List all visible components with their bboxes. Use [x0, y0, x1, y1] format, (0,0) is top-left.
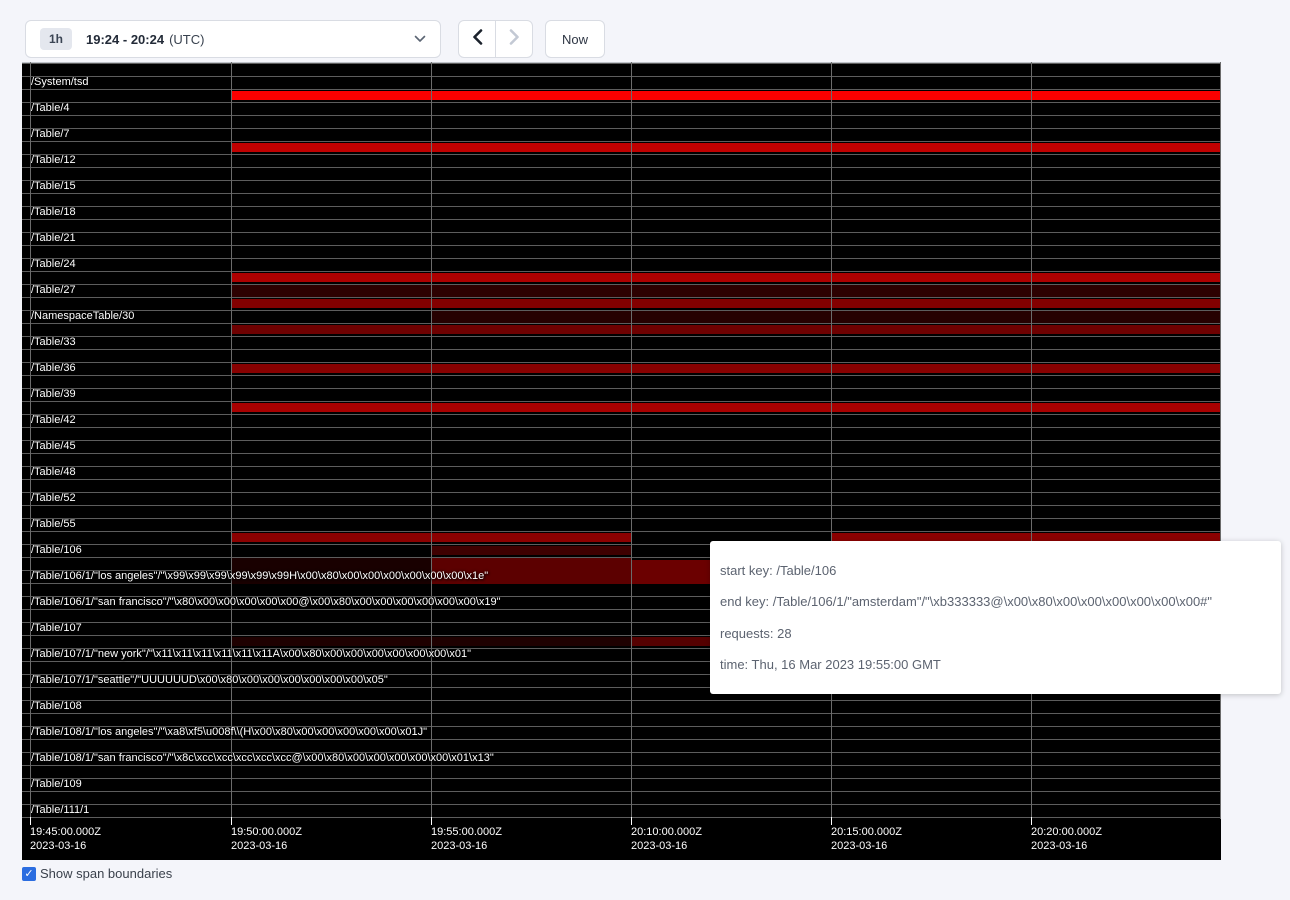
heat-band: [231, 273, 1221, 282]
axis-time-label: 20:10:00.000Z: [631, 826, 702, 838]
axis-tick: [431, 817, 432, 825]
heat-band: [231, 285, 1221, 297]
key-span-label: /Table/42: [31, 414, 76, 427]
key-span-label: /Table/106: [31, 544, 82, 557]
key-span-label: /Table/45: [31, 440, 76, 453]
key-span-label: /Table/48: [31, 466, 76, 479]
prev-time-button[interactable]: [458, 20, 496, 58]
key-span-label: /Table/18: [31, 206, 76, 219]
now-button-label: Now: [562, 32, 588, 47]
key-span-label: /Table/106/1/"san francisco"/"\x80\x00\x…: [31, 596, 501, 609]
key-span-label: /Table/39: [31, 388, 76, 401]
chevron-right-icon: [509, 29, 520, 50]
next-time-button[interactable]: [495, 20, 533, 58]
heat-band: [631, 637, 721, 646]
heat-band: [431, 546, 631, 555]
key-span-label: /Table/109: [31, 778, 82, 791]
axis-time-label: 19:45:00.000Z: [30, 826, 101, 838]
axis-date-label: 2023-03-16: [431, 840, 487, 852]
heat-band: [231, 325, 1221, 334]
duration-badge: 1h: [40, 28, 72, 50]
axis-date-label: 2023-03-16: [30, 840, 86, 852]
key-span-label: /System/tsd: [31, 76, 88, 89]
timezone-label: (UTC): [169, 32, 204, 47]
axis-date-label: 2023-03-16: [231, 840, 287, 852]
key-span-label: /Table/33: [31, 336, 76, 349]
axis-time-label: 20:15:00.000Z: [831, 826, 902, 838]
checkbox-label: Show span boundaries: [40, 866, 172, 881]
span-boundaries-toggle[interactable]: ✓ Show span boundaries: [22, 866, 172, 881]
time-range-label: 19:24 - 20:24: [86, 32, 164, 47]
key-span-label: /Table/27: [31, 284, 76, 297]
time-column-line: [1031, 62, 1032, 819]
key-span-label: /Table/52: [31, 492, 76, 505]
chevron-down-icon: [414, 35, 426, 43]
axis-tick: [231, 817, 232, 825]
tooltip-line: end key: /Table/106/1/"amsterdam"/"\xb33…: [720, 594, 1271, 609]
heat-band: [431, 311, 1221, 323]
time-nav-group: [458, 20, 533, 58]
key-span-label: /Table/4: [31, 102, 70, 115]
time-column-line: [231, 62, 232, 819]
key-span-label: /Table/24: [31, 258, 76, 271]
tooltip-line: start key: /Table/106: [720, 563, 1271, 578]
key-span-label: /Table/15: [31, 180, 76, 193]
key-span-label: /Table/12: [31, 154, 76, 167]
time-column-line: [631, 62, 632, 819]
key-span-label: /Table/108/1/"los angeles"/"\xa8\xf5\u00…: [31, 726, 427, 739]
axis-tick: [631, 817, 632, 825]
bucket-tooltip: start key: /Table/106 end key: /Table/106…: [710, 541, 1281, 694]
checkbox-checked[interactable]: ✓: [22, 867, 36, 881]
heat-band: [231, 403, 1221, 412]
key-span-label: /Table/106/1/"los angeles"/"\x99\x99\x99…: [31, 570, 488, 583]
span-boundary-lines: [22, 63, 1221, 819]
axis-date-label: 2023-03-16: [631, 840, 687, 852]
axis-tick: [1031, 817, 1032, 825]
heat-band: [231, 91, 1221, 100]
chart-right-border: [1220, 62, 1221, 819]
key-visualizer-canvas[interactable]: /System/tsd/Table/4/Table/7/Table/12/Tab…: [22, 62, 1221, 860]
time-column-line: [831, 62, 832, 819]
axis-time-label: 19:55:00.000Z: [431, 826, 502, 838]
key-span-label: /Table/107/1/"new york"/"\x11\x11\x11\x1…: [31, 648, 471, 661]
axis-tick: [831, 817, 832, 825]
time-column-line: [431, 62, 432, 819]
key-span-label: /Table/107/1/"seattle"/"UUUUUUD\x00\x80\…: [31, 674, 388, 687]
axis-time-label: 20:20:00.000Z: [1031, 826, 1102, 838]
tooltip-line: time: Thu, 16 Mar 2023 19:55:00 GMT: [720, 657, 1271, 672]
heat-band: [231, 299, 1221, 308]
time-range-dropdown[interactable]: 1h 19:24 - 20:24 (UTC): [25, 20, 441, 58]
key-span-label: /Table/111/1: [31, 804, 89, 817]
key-span-label: /Table/55: [31, 518, 76, 531]
key-span-label: /NamespaceTable/30: [31, 310, 134, 323]
key-span-label: /Table/107: [31, 622, 82, 635]
axis-time-label: 19:50:00.000Z: [231, 826, 302, 838]
axis-tick: [30, 817, 31, 825]
heat-band: [231, 364, 1221, 373]
now-button[interactable]: Now: [545, 20, 605, 58]
checkmark-icon: ✓: [24, 868, 33, 880]
key-span-label: /Table/7: [31, 128, 70, 141]
key-span-label: /Table/108: [31, 700, 82, 713]
key-span-label: /Table/108/1/"san francisco"/"\x8c\xcc\x…: [31, 752, 494, 765]
axis-date-label: 2023-03-16: [831, 840, 887, 852]
key-span-label: /Table/36: [31, 362, 76, 375]
axis-date-label: 2023-03-16: [1031, 840, 1087, 852]
chevron-left-icon: [472, 29, 483, 50]
heat-band: [231, 143, 1221, 152]
tooltip-line: requests: 28: [720, 626, 1271, 641]
key-span-label: /Table/21: [31, 232, 76, 245]
